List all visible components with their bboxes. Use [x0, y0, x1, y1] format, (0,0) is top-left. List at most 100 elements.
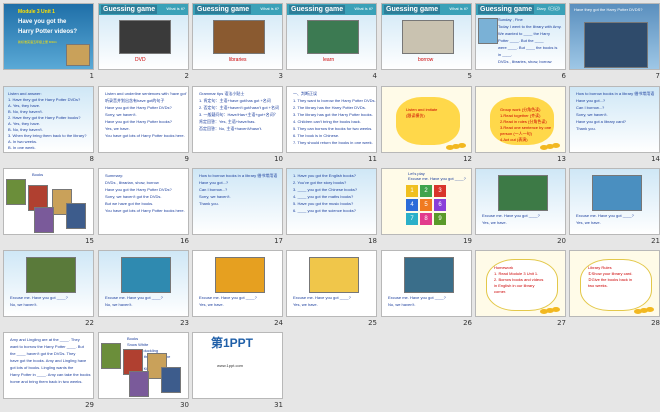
slide-text-line: 1. They want to borrow the Harry Potter …: [293, 98, 376, 103]
slide-preview[interactable]: Summary: DVDs , librarian, show, borrow Ha…: [98, 168, 189, 235]
slide-preview[interactable]: 1. Have you got the English books? 2. You…: [286, 168, 377, 235]
slide-text-line: Have you got the: [18, 19, 67, 25]
slide-preview[interactable]: Module 3 Unit 1 Have you got the Harry Pot…: [3, 3, 94, 70]
slide-preview[interactable]: BooksSnow WhiteThe ugly ducklingThe dog,…: [98, 332, 189, 399]
slide-thumbnail-27[interactable]: Homework 1. Read Module 3 Unit 1. 2. Borro…: [475, 250, 568, 330]
game-tile[interactable]: 4: [406, 199, 418, 211]
slide-thumbnail-6[interactable]: Guessing game Diary《日记》 Sunday , Fine Today…: [475, 3, 568, 83]
slide-thumbnail-29[interactable]: Amy and Lingling are at the ____. They wa…: [3, 332, 96, 412]
slide-number: 13: [557, 155, 566, 163]
slide-thumbnail-16[interactable]: Summary: DVDs , librarian, show, borrow Ha…: [98, 168, 191, 248]
slide-thumbnail-25[interactable]: Excuse me. Have you got ____? Yes, we hav…: [286, 250, 379, 330]
slide-thumbnail-5[interactable]: Guessing game What is it? borrow 5: [381, 3, 474, 83]
slide-thumbnail-17[interactable]: How to borrow books in a library 借书常用语 Ha…: [192, 168, 285, 248]
slide-text-line: 3.Read one sentence by one: [500, 125, 552, 130]
slide-preview[interactable]: How to borrow books in a library 借书常用语 Ha…: [192, 168, 283, 235]
slide-thumbnail-11[interactable]: 一、判断正误 1. They want to borrow the Harry P…: [286, 86, 379, 166]
slide-text-line: B. No, they haven't.: [8, 127, 43, 132]
slide-thumbnail-7[interactable]: Have they got the Harry Potter DVDS? 7: [569, 3, 660, 83]
slide-thumbnail-3[interactable]: Guessing game What is it? libraries 3: [192, 3, 285, 83]
slide-thumbnail-28[interactable]: Library Rules ①Show your library card. ②Gi…: [569, 250, 660, 330]
slide-thumbnail-15[interactable]: Books 15: [3, 168, 96, 248]
slide-text-line: 2. Have they got the Harry Potter books?: [8, 115, 81, 120]
slide-text-line: Yes, we have.: [482, 220, 507, 225]
slide-preview[interactable]: Listen and underline sentences with 'hav…: [98, 86, 189, 153]
slide-number: 24: [274, 319, 283, 327]
slide-preview[interactable]: Listen and imitate (跟读模仿): [381, 86, 472, 153]
slide-preview[interactable]: Have they got the Harry Potter DVDS?: [569, 3, 660, 70]
slide-subtitle: Diary《日记》: [536, 6, 562, 11]
slide-preview[interactable]: How to borrow books in a library 借书常用语 Ha…: [569, 86, 660, 153]
slide-preview[interactable]: Excuse me. Have you got ____? Yes, we hav…: [192, 250, 283, 317]
slide-text-line: 6. ____ you got the science books?: [293, 208, 356, 213]
slide-text-line: Sorry, we haven't.: [576, 112, 608, 117]
slide-preview[interactable]: Homework 1. Read Module 3 Unit 1. 2. Borro…: [475, 250, 566, 317]
slide-preview[interactable]: Amy and Lingling are at the ____. They wa…: [3, 332, 94, 399]
slide-thumbnail-13[interactable]: Group work (分角色读) 1.Read together (齐读) 2.R…: [475, 86, 568, 166]
slide-text-line: Library Rules: [588, 265, 612, 270]
slide-preview[interactable]: Excuse me. Have you got ____? Yes, we hav…: [475, 168, 566, 235]
slide-preview[interactable]: Excuse me. Have you got ____? No, we have…: [98, 250, 189, 317]
slide-preview[interactable]: Guessing game What is it? learn: [286, 3, 377, 70]
slide-text-line: Grammar tips 语法小贴士: [199, 91, 245, 96]
game-tile[interactable]: 8: [420, 213, 432, 225]
slide-text-line: Summary:: [105, 173, 124, 178]
slide-preview[interactable]: Guessing game What is it? DVD: [98, 3, 189, 70]
slide-preview[interactable]: Library Rules ①Show your library card. ②Gi…: [569, 250, 660, 317]
slide-thumbnail-22[interactable]: Excuse me. Have you got ____? No, we have…: [3, 250, 96, 330]
slide-preview[interactable]: Books: [3, 168, 94, 235]
slide-picture: [592, 175, 642, 211]
slide-thumbnail-23[interactable]: Excuse me. Have you got ____? No, we have…: [98, 250, 191, 330]
slide-preview[interactable]: Excuse me. Have you got ____? Yes, we hav…: [286, 250, 377, 317]
slide-preview[interactable]: Excuse me. Have you got ____? No, we have…: [381, 250, 472, 317]
slide-preview[interactable]: 第1PPT www.1ppt.com: [192, 332, 283, 399]
game-tile[interactable]: 5: [420, 199, 432, 211]
game-tile[interactable]: 7: [406, 213, 418, 225]
slide-preview[interactable]: Guessing game What is it? libraries: [192, 3, 283, 70]
slide-preview[interactable]: Group work (分角色读) 1.Read together (齐读) 2.R…: [475, 86, 566, 153]
game-tile[interactable]: 6: [434, 199, 446, 211]
slide-thumbnail-9[interactable]: Listen and underline sentences with 'hav…: [98, 86, 191, 166]
slide-thumbnail-21[interactable]: Excuse me. Have you got ____? Yes, we hav…: [569, 168, 660, 248]
slide-sorter-grid: Module 3 Unit 1 Have you got the Harry Pot…: [0, 0, 660, 410]
slide-thumbnail-12[interactable]: Listen and imitate (跟读模仿) 12: [381, 86, 474, 166]
slide-thumbnail-18[interactable]: 1. Have you got the English books? 2. You…: [286, 168, 379, 248]
slide-caption: DVD: [135, 57, 146, 63]
slide-thumbnail-8[interactable]: Listen and answer: 1. Have they got the H…: [3, 86, 96, 166]
slide-preview[interactable]: Listen and answer: 1. Have they got the H…: [3, 86, 94, 153]
slide-text-line: A. In two weeks.: [8, 139, 38, 144]
slide-text-line: Thank you.: [576, 126, 596, 131]
game-tile[interactable]: 3: [434, 185, 446, 197]
slide-text-line: Books: [127, 336, 139, 341]
slide-thumbnail-2[interactable]: Guessing game What is it? DVD 2: [98, 3, 191, 83]
slide-thumbnail-30[interactable]: BooksSnow WhiteThe ugly ducklingThe dog,…: [98, 332, 191, 412]
slide-preview[interactable]: Excuse me. Have you got ____? Yes, we hav…: [569, 168, 660, 235]
slide-thumbnail-4[interactable]: Guessing game What is it? learn 4: [286, 3, 379, 83]
slide-thumbnail-20[interactable]: Excuse me. Have you got ____? Yes, we hav…: [475, 168, 568, 248]
slide-text-line: were ____. But ____ the books is: [498, 45, 558, 50]
game-tile[interactable]: 1: [406, 185, 418, 197]
slide-preview[interactable]: Let's play Excuse me. Have you got ____? 1…: [381, 168, 472, 235]
slide-thumbnail-24[interactable]: Excuse me. Have you got ____? Yes, we hav…: [192, 250, 285, 330]
slide-number: 8: [89, 155, 94, 163]
slide-text-line: Excuse me. Have you got ____?: [576, 213, 634, 218]
slide-preview[interactable]: 一、判断正误 1. They want to borrow the Harry P…: [286, 86, 377, 153]
slide-thumbnail-31[interactable]: 第1PPT www.1ppt.com 31: [192, 332, 285, 412]
slide-preview[interactable]: Grammar tips 语法小贴士 1. 肯定句：主语+have got/has…: [192, 86, 283, 153]
slide-text-line: 3. ____ you got the Chinese books?: [293, 187, 358, 192]
game-tile[interactable]: 9: [434, 213, 446, 225]
slide-preview[interactable]: Guessing game What is it? borrow: [381, 3, 472, 70]
game-tile[interactable]: 2: [420, 185, 432, 197]
slide-thumbnail-10[interactable]: Grammar tips 语法小贴士 1. 肯定句：主语+have got/has…: [192, 86, 285, 166]
book-image: [66, 44, 90, 66]
slide-thumbnail-26[interactable]: Excuse me. Have you got ____? No, we have…: [381, 250, 474, 330]
slide-number: 6: [561, 72, 566, 80]
slide-number: 19: [463, 237, 472, 245]
slide-preview[interactable]: Excuse me. Have you got ____? No, we have…: [3, 250, 94, 317]
slide-caption: borrow: [418, 57, 434, 63]
slide-subtitle: What is it?: [166, 6, 185, 11]
slide-thumbnail-1[interactable]: Module 3 Unit 1 Have you got the Harry Pot…: [3, 3, 96, 83]
slide-thumbnail-19[interactable]: Let's play Excuse me. Have you got ____? 1…: [381, 168, 474, 248]
slide-thumbnail-14[interactable]: How to borrow books in a library 借书常用语 Ha…: [569, 86, 660, 166]
slide-preview[interactable]: Guessing game Diary《日记》 Sunday , Fine Today…: [475, 3, 566, 70]
